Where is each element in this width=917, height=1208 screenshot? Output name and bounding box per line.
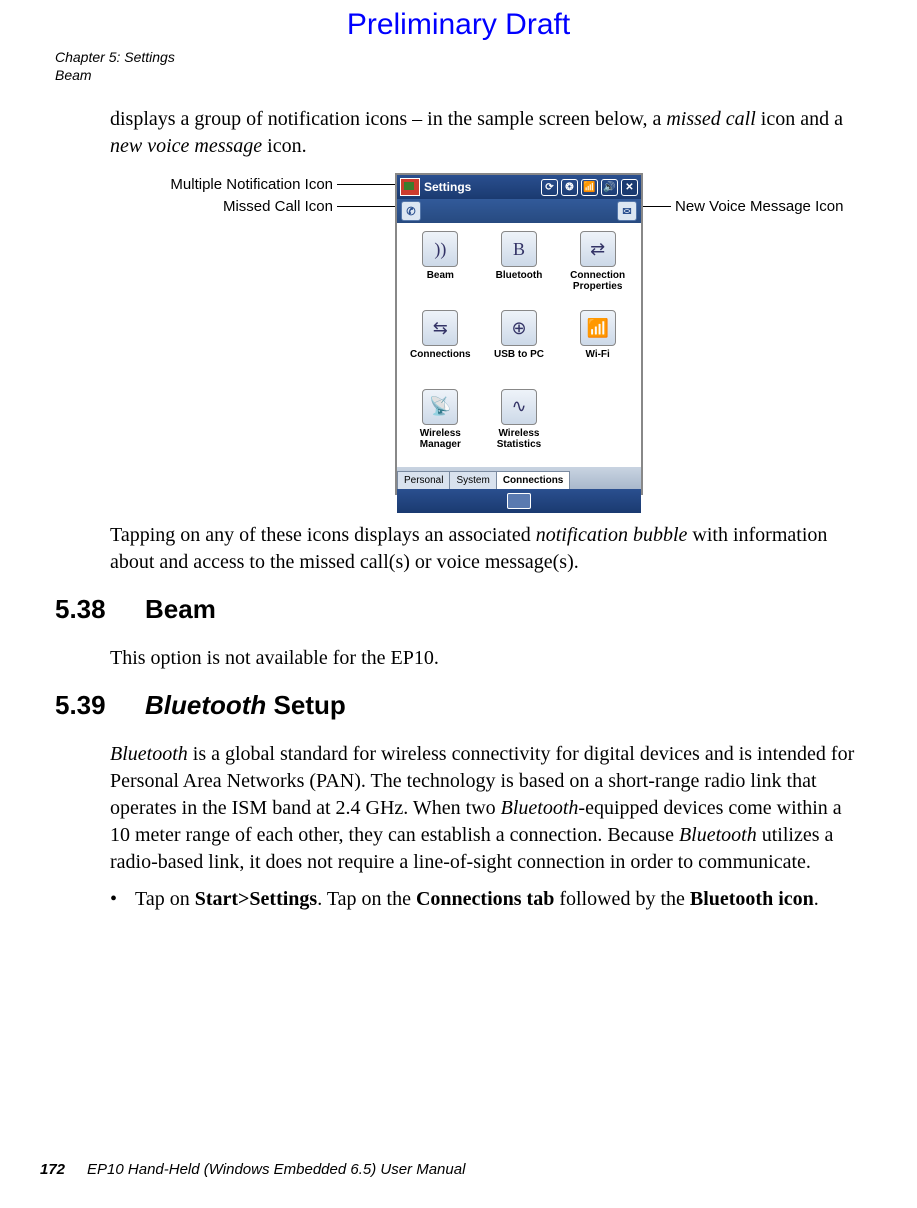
settings-item: B Bluetooth	[480, 227, 559, 306]
settings-item: 📡 Wireless Manager	[401, 385, 480, 464]
after-figure-paragraph: Tapping on any of these icons displays a…	[110, 522, 862, 576]
settings-item-icon: ))	[422, 231, 458, 267]
header-chapter: Chapter 5: Settings	[55, 48, 862, 66]
page-header: Chapter 5: Settings Beam	[55, 48, 862, 84]
phone-tab: Connections	[496, 471, 571, 489]
settings-item-label: Connection Properties	[562, 270, 634, 292]
phone-tab-bar: PersonalSystemConnections	[397, 467, 641, 489]
phone-titlebar: Settings ⟳ ❂ 📶 🔊 ✕	[397, 175, 641, 199]
settings-item-icon: ⊕	[501, 310, 537, 346]
page-footer: 172 EP10 Hand-Held (Windows Embedded 6.5)…	[40, 1161, 465, 1178]
phone-settings-grid: )) Beam B Bluetooth ⇄ Connection Properties ⇆ C…	[397, 223, 641, 467]
settings-item-label: Wireless Manager	[404, 428, 476, 450]
settings-item: 📶 Wi-Fi	[558, 306, 637, 385]
bullet-icon: •	[110, 886, 135, 913]
phone-notification-bar: ✆ ✉	[397, 199, 641, 223]
section-heading-bluetooth: 5.39Bluetooth Setup	[55, 690, 862, 721]
settings-item: )) Beam	[401, 227, 480, 306]
footer-text: EP10 Hand-Held (Windows Embedded 6.5) Us…	[87, 1161, 465, 1178]
settings-item-icon: B	[501, 231, 537, 267]
settings-item-icon: ∿	[501, 389, 537, 425]
page-number: 172	[40, 1161, 65, 1178]
phone-screenshot: Settings ⟳ ❂ 📶 🔊 ✕ ✆ ✉ )) Beam B Bluetooth ⇄…	[395, 173, 643, 495]
keyboard-icon	[507, 493, 531, 509]
phone-title: Settings	[424, 180, 541, 194]
section-heading-beam: 5.38Beam	[55, 594, 862, 625]
preliminary-draft-watermark: Preliminary Draft	[55, 0, 862, 48]
bluetooth-instruction-bullet: • Tap on Start>Settings. Tap on the Conn…	[110, 886, 862, 913]
close-icon: ✕	[621, 179, 638, 196]
settings-item-label: Bluetooth	[496, 270, 543, 281]
callout-line	[337, 184, 395, 185]
settings-item-icon: 📡	[422, 389, 458, 425]
settings-item-icon: 📶	[580, 310, 616, 346]
settings-item: ⇄ Connection Properties	[558, 227, 637, 306]
settings-item-label: Beam	[427, 270, 454, 281]
notification-figure: Multiple Notification Icon Missed Call I…	[55, 170, 862, 502]
settings-item-label: USB to PC	[494, 349, 544, 360]
volume-icon: 🔊	[601, 179, 618, 196]
status-icon: ❂	[561, 179, 578, 196]
callout-new-voice: New Voice Message Icon	[675, 198, 843, 215]
intro-paragraph: displays a group of notification icons –…	[110, 106, 862, 160]
settings-item-icon: ⇄	[580, 231, 616, 267]
phone-nav-bar	[397, 489, 641, 513]
settings-item: ⇆ Connections	[401, 306, 480, 385]
beam-body: This option is not available for the EP1…	[110, 645, 862, 672]
windows-flag-icon	[400, 178, 420, 196]
signal-icon: 📶	[581, 179, 598, 196]
settings-item-icon: ⇆	[422, 310, 458, 346]
missed-call-icon: ✆	[401, 201, 421, 221]
settings-item-label: Connections	[410, 349, 471, 360]
callout-missed-call: Missed Call Icon	[203, 198, 333, 215]
settings-item: ⊕ USB to PC	[480, 306, 559, 385]
status-icon: ⟳	[541, 179, 558, 196]
bluetooth-paragraph: Bluetooth is a global standard for wirel…	[110, 741, 862, 876]
phone-tab: System	[449, 471, 496, 489]
callout-line	[337, 206, 399, 207]
new-voice-message-icon: ✉	[617, 201, 637, 221]
settings-item-label: Wireless Statistics	[483, 428, 555, 450]
settings-item-label: Wi-Fi	[585, 349, 609, 360]
phone-tab: Personal	[397, 471, 450, 489]
header-section: Beam	[55, 66, 862, 84]
callout-multiple-notification: Multiple Notification Icon	[128, 176, 333, 193]
settings-item: ∿ Wireless Statistics	[480, 385, 559, 464]
